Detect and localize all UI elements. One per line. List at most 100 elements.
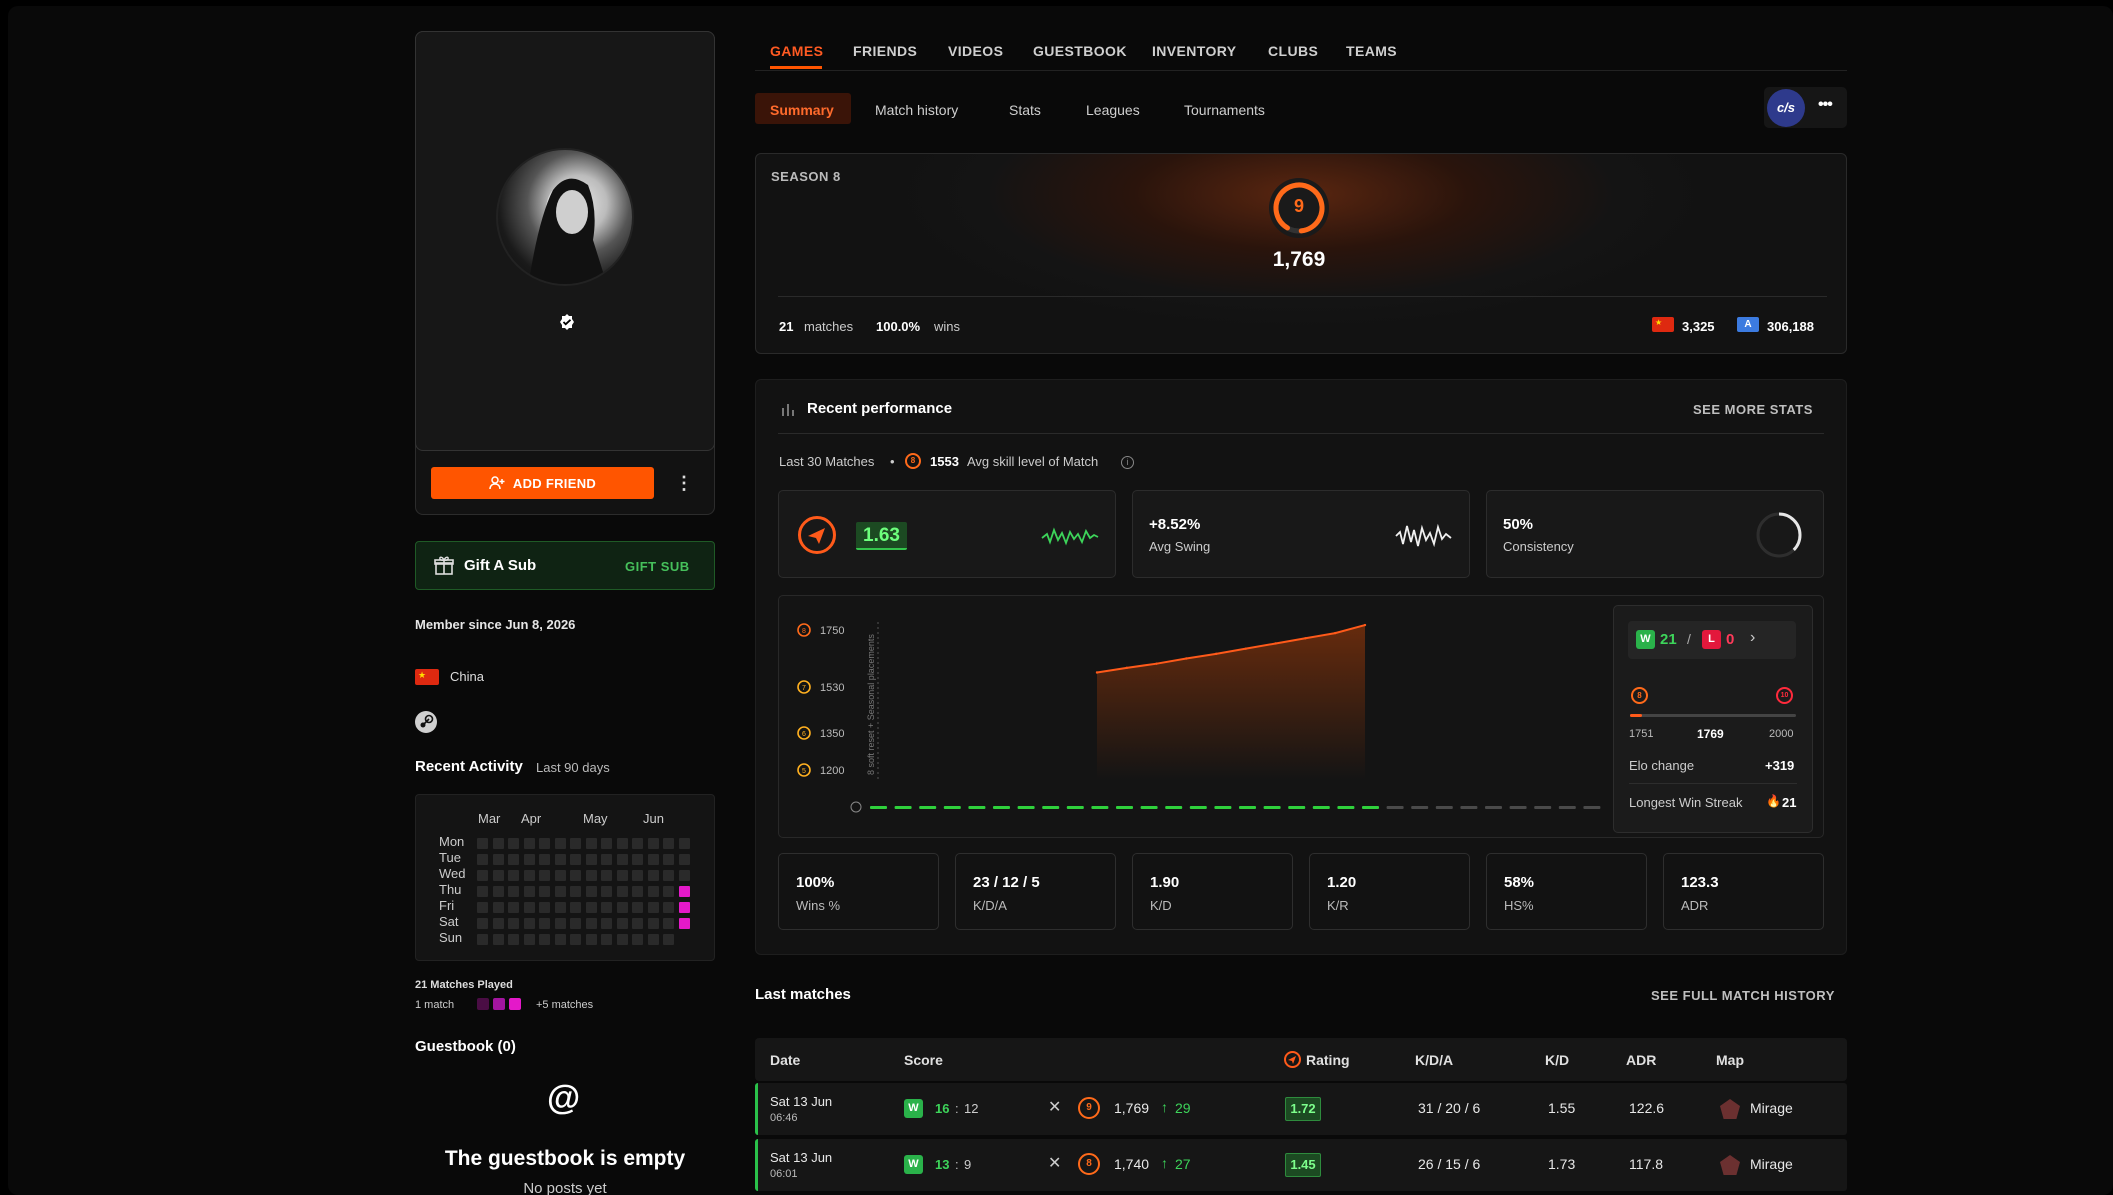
heatmap-cell[interactable] [523, 854, 535, 865]
heatmap-cell[interactable] [492, 918, 504, 929]
heatmap-cell[interactable] [601, 870, 612, 881]
avatar[interactable] [496, 148, 634, 286]
heatmap-cell[interactable] [585, 886, 597, 897]
subtab-match-history[interactable]: Match history [875, 95, 958, 125]
heatmap-cell[interactable] [616, 854, 628, 865]
subtab-leagues[interactable]: Leagues [1086, 95, 1140, 125]
match-row[interactable]: Sat 13 Jun 06:46 W 16 : 12 ✕ 9 1,769 ↑ 2… [755, 1083, 1847, 1135]
tab-inventory[interactable]: INVENTORY [1152, 43, 1237, 59]
match-result-bar[interactable] [1558, 806, 1576, 809]
match-result-bar[interactable] [1411, 806, 1429, 809]
heatmap-cell[interactable] [554, 870, 566, 881]
heatmap-cell[interactable] [601, 838, 612, 849]
match-result-bar[interactable] [870, 806, 887, 809]
heatmap-cell[interactable] [632, 854, 643, 865]
heatmap-cell[interactable] [477, 838, 488, 849]
match-result-bar[interactable] [1165, 806, 1183, 809]
heatmap-cell[interactable] [539, 854, 550, 865]
heatmap-cell[interactable] [554, 902, 566, 913]
heatmap-cell[interactable] [663, 870, 674, 881]
steam-icon[interactable] [415, 711, 437, 733]
heatmap-cell[interactable] [523, 902, 535, 913]
heatmap-cell[interactable] [585, 902, 597, 913]
heatmap-cell[interactable] [647, 886, 659, 897]
tab-clubs[interactable]: CLUBS [1268, 43, 1318, 59]
heatmap-cell[interactable] [601, 918, 612, 929]
heatmap-cell[interactable] [678, 854, 690, 865]
match-result-bar[interactable] [1337, 806, 1355, 809]
heatmap-cell[interactable] [632, 918, 643, 929]
chart-info-icon[interactable] [850, 801, 862, 813]
match-result-bar[interactable] [1116, 806, 1133, 809]
heatmap-cell[interactable] [508, 854, 519, 865]
heatmap-cell[interactable] [647, 854, 659, 865]
match-result-bar[interactable] [1017, 806, 1035, 809]
elo-point[interactable] [1214, 652, 1218, 656]
see-full-history-link[interactable]: SEE FULL MATCH HISTORY [1651, 988, 1835, 1003]
heatmap-cell[interactable] [570, 934, 581, 945]
heatmap-cell[interactable] [601, 934, 612, 945]
heatmap-cell[interactable] [601, 902, 612, 913]
see-more-stats-link[interactable]: SEE MORE STATS [1693, 402, 1813, 417]
heatmap-cell[interactable] [508, 870, 519, 881]
add-friend-button[interactable]: ADD FRIEND [431, 467, 654, 499]
heatmap-cell[interactable] [616, 870, 628, 881]
elo-point[interactable] [1304, 637, 1307, 640]
heatmap-cell[interactable] [554, 918, 566, 929]
heatmap-cell[interactable] [477, 902, 488, 913]
match-result-bar[interactable] [1386, 806, 1404, 809]
heatmap-cell[interactable] [554, 886, 566, 897]
match-result-bar[interactable] [1460, 806, 1478, 809]
heatmap-cell[interactable] [508, 918, 519, 929]
heatmap-cell[interactable] [647, 918, 659, 929]
heatmap-cell[interactable] [632, 870, 643, 881]
heatmap-cell[interactable] [539, 934, 550, 945]
heatmap-cell[interactable] [570, 838, 581, 849]
tab-games[interactable]: GAMES [770, 43, 823, 59]
heatmap-cell[interactable] [678, 838, 690, 849]
tab-friends[interactable]: FRIENDS [853, 43, 917, 59]
heatmap-cell[interactable] [492, 838, 504, 849]
subtab-tournaments[interactable]: Tournaments [1184, 95, 1265, 125]
match-result-bar[interactable] [1583, 806, 1601, 809]
heatmap-cell[interactable] [477, 886, 488, 897]
elo-point[interactable] [1095, 671, 1099, 674]
heatmap-cell[interactable] [539, 886, 550, 897]
match-result-bar[interactable] [968, 806, 986, 809]
heatmap-cell[interactable] [663, 838, 674, 849]
cs2-icon[interactable]: c/s [1767, 89, 1805, 127]
tab-teams[interactable]: TEAMS [1346, 43, 1397, 59]
heatmap-cell[interactable] [678, 870, 690, 881]
gift-sub-button[interactable]: GIFT SUB [625, 559, 690, 574]
heatmap-cell[interactable] [632, 886, 643, 897]
match-result-bar[interactable] [1066, 806, 1084, 809]
heatmap-cell[interactable] [678, 886, 690, 897]
match-result-bar[interactable] [919, 806, 937, 809]
win-loss-chip[interactable]: W 21 / L 0 › [1628, 621, 1796, 659]
heatmap-cell[interactable] [570, 918, 581, 929]
heatmap-cell[interactable] [647, 838, 659, 849]
heatmap-cell[interactable] [585, 934, 597, 945]
heatmap-cell[interactable] [585, 918, 597, 929]
match-result-bar[interactable] [1239, 806, 1256, 809]
match-result-bar[interactable] [1288, 806, 1306, 809]
elo-point[interactable] [1363, 623, 1367, 627]
match-result-bar[interactable] [894, 806, 912, 809]
heatmap-cell[interactable] [585, 854, 597, 865]
match-result-bar[interactable] [1362, 806, 1379, 809]
heatmap-cell[interactable] [663, 854, 674, 865]
heatmap-cell[interactable] [554, 854, 566, 865]
match-result-bar[interactable] [1140, 806, 1158, 809]
heatmap-cell[interactable] [554, 838, 566, 849]
heatmap-cell[interactable] [616, 886, 628, 897]
elo-point[interactable] [1334, 631, 1337, 635]
elo-point[interactable] [1185, 657, 1188, 660]
heatmap-cell[interactable] [632, 902, 643, 913]
heatmap-cell[interactable] [663, 902, 674, 913]
heatmap-cell[interactable] [539, 902, 550, 913]
heatmap-cell[interactable] [508, 886, 519, 897]
match-result-bar[interactable] [1091, 806, 1109, 809]
match-row[interactable]: Sat 13 Jun 06:01 W 13 : 9 ✕ 8 1,740 ↑ 27… [755, 1139, 1847, 1191]
heatmap-cell[interactable] [523, 870, 535, 881]
heatmap-cell[interactable] [647, 870, 659, 881]
